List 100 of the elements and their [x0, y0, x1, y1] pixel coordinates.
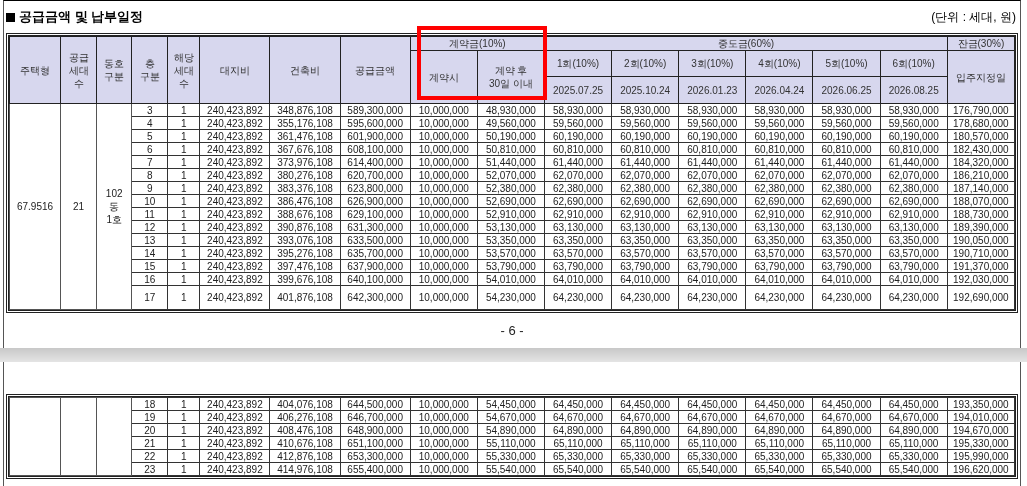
- table-cell: 1: [167, 103, 200, 117]
- table-cell: 1: [167, 233, 200, 247]
- table-cell: 10,000,000: [410, 129, 478, 143]
- table-cell: 240,423,892: [199, 397, 270, 411]
- table-cell: 64,450,000: [812, 397, 881, 411]
- table-cell: 10,000,000: [410, 233, 478, 247]
- table-cell: 64,010,000: [611, 272, 679, 286]
- table-cell: 62,690,000: [611, 194, 679, 208]
- table-cell: 62,380,000: [678, 181, 746, 195]
- table-cell: 52,070,000: [477, 168, 545, 182]
- table-cell: 629,100,000: [340, 207, 411, 221]
- table-cell: 1: [167, 259, 200, 273]
- table-cell: 651,100,000: [340, 436, 411, 450]
- table-cell: 62,070,000: [678, 168, 746, 182]
- table-cell: 1: [167, 181, 200, 195]
- table-cell: 6: [131, 142, 168, 156]
- table-cell: 63,790,000: [611, 259, 679, 273]
- table-cell: 194,670,000: [947, 423, 1015, 437]
- table-cell: 63,790,000: [745, 259, 813, 273]
- table-cell: 16: [131, 272, 168, 286]
- column-header: 건축비: [269, 36, 341, 104]
- table-cell: 348,876,108: [269, 103, 341, 117]
- table-cell: 60,190,000: [678, 129, 746, 143]
- table-cell: 608,100,000: [340, 142, 411, 156]
- table-cell: 1: [167, 272, 200, 286]
- table-cell: 64,010,000: [544, 272, 612, 286]
- table-cell: 62,690,000: [678, 194, 746, 208]
- table-cell: 20: [131, 423, 168, 437]
- table-cell: 10,000,000: [410, 423, 478, 437]
- table-cell: 62,380,000: [544, 181, 612, 195]
- table-cell: 63,570,000: [678, 246, 746, 260]
- table-cell: 191,370,000: [947, 259, 1015, 273]
- table-cell: 62,910,000: [880, 207, 948, 221]
- bullet-icon: [6, 12, 15, 22]
- due-date-header: 2025.10.24: [611, 76, 679, 104]
- table-cell: 54,670,000: [477, 410, 545, 424]
- table-cell: 62,690,000: [745, 194, 813, 208]
- table-cell: 240,423,892: [199, 194, 270, 208]
- table-cell: 64,450,000: [678, 397, 746, 411]
- table-cell: 62,380,000: [611, 181, 679, 195]
- table-cell: 65,540,000: [611, 462, 679, 476]
- table-cell: 646,700,000: [340, 410, 411, 424]
- unit-note: (단위 : 세대, 원): [931, 8, 1016, 26]
- table-cell: 62,380,000: [812, 181, 881, 195]
- table-cell: 63,570,000: [745, 246, 813, 260]
- table-cell: 64,670,000: [611, 410, 679, 424]
- table-cell: 65,110,000: [812, 436, 881, 450]
- table-cell: 63,350,000: [812, 233, 881, 247]
- table-cell: 390,876,108: [269, 220, 341, 234]
- table-cell: 373,976,108: [269, 155, 341, 169]
- table-cell: 240,423,892: [199, 233, 270, 247]
- table-cell: 240,423,892: [199, 220, 270, 234]
- table-cell: 64,450,000: [611, 397, 679, 411]
- table-cell: 383,376,108: [269, 181, 341, 195]
- table-cell: 408,476,108: [269, 423, 341, 437]
- table-cell: 194,010,000: [947, 410, 1015, 424]
- table-cell: 62,070,000: [544, 168, 612, 182]
- table-cell: 63,570,000: [611, 246, 679, 260]
- table-cell: 65,540,000: [745, 462, 813, 476]
- table-cell: 63,790,000: [880, 259, 948, 273]
- table-cell: 240,423,892: [199, 129, 270, 143]
- table-cell: 60,190,000: [544, 129, 612, 143]
- table-cell: 614,400,000: [340, 155, 411, 169]
- table-cell: 61,440,000: [544, 155, 612, 169]
- table-cell: 10,000,000: [410, 181, 478, 195]
- table-cell: 1: [167, 246, 200, 260]
- table-cell: 65,330,000: [880, 449, 948, 463]
- table-cell: 60,810,000: [678, 142, 746, 156]
- table-cell: 65,540,000: [678, 462, 746, 476]
- table-cell: 59,560,000: [812, 116, 881, 130]
- due-date-header: 2026.08.25: [880, 76, 948, 104]
- table-cell: 53,790,000: [477, 259, 545, 273]
- table-cell: 404,076,108: [269, 397, 341, 411]
- table-cell: 64,010,000: [678, 272, 746, 286]
- table-cell: 637,900,000: [340, 259, 411, 273]
- table-cell: 192,030,000: [947, 272, 1015, 286]
- table-cell: 59,560,000: [611, 116, 679, 130]
- table-cell: 10,000,000: [410, 410, 478, 424]
- table-cell: 52,380,000: [477, 181, 545, 195]
- table-cell: 65,110,000: [544, 436, 612, 450]
- table-cell: 1: [167, 436, 200, 450]
- table-cell: 64,670,000: [544, 410, 612, 424]
- table-cell: 17: [131, 285, 168, 310]
- table-cell: 59,560,000: [745, 116, 813, 130]
- table-cell: 631,300,000: [340, 220, 411, 234]
- table-cell: 58,930,000: [745, 103, 813, 117]
- table-cell: 61,440,000: [745, 155, 813, 169]
- table-cell: 1: [167, 397, 200, 411]
- table-cell: 620,700,000: [340, 168, 411, 182]
- table-cell: 388,676,108: [269, 207, 341, 221]
- table-cell: 64,010,000: [880, 272, 948, 286]
- table-cell: 240,423,892: [199, 168, 270, 182]
- table-cell: 7: [131, 155, 168, 169]
- table-cell: 58,930,000: [880, 103, 948, 117]
- table-cell: 64,890,000: [745, 423, 813, 437]
- table-cell: 52,690,000: [477, 194, 545, 208]
- table-cell: 65,540,000: [544, 462, 612, 476]
- table-cell: 63,350,000: [678, 233, 746, 247]
- table-cell: 635,700,000: [340, 246, 411, 260]
- table-cell: 399,676,108: [269, 272, 341, 286]
